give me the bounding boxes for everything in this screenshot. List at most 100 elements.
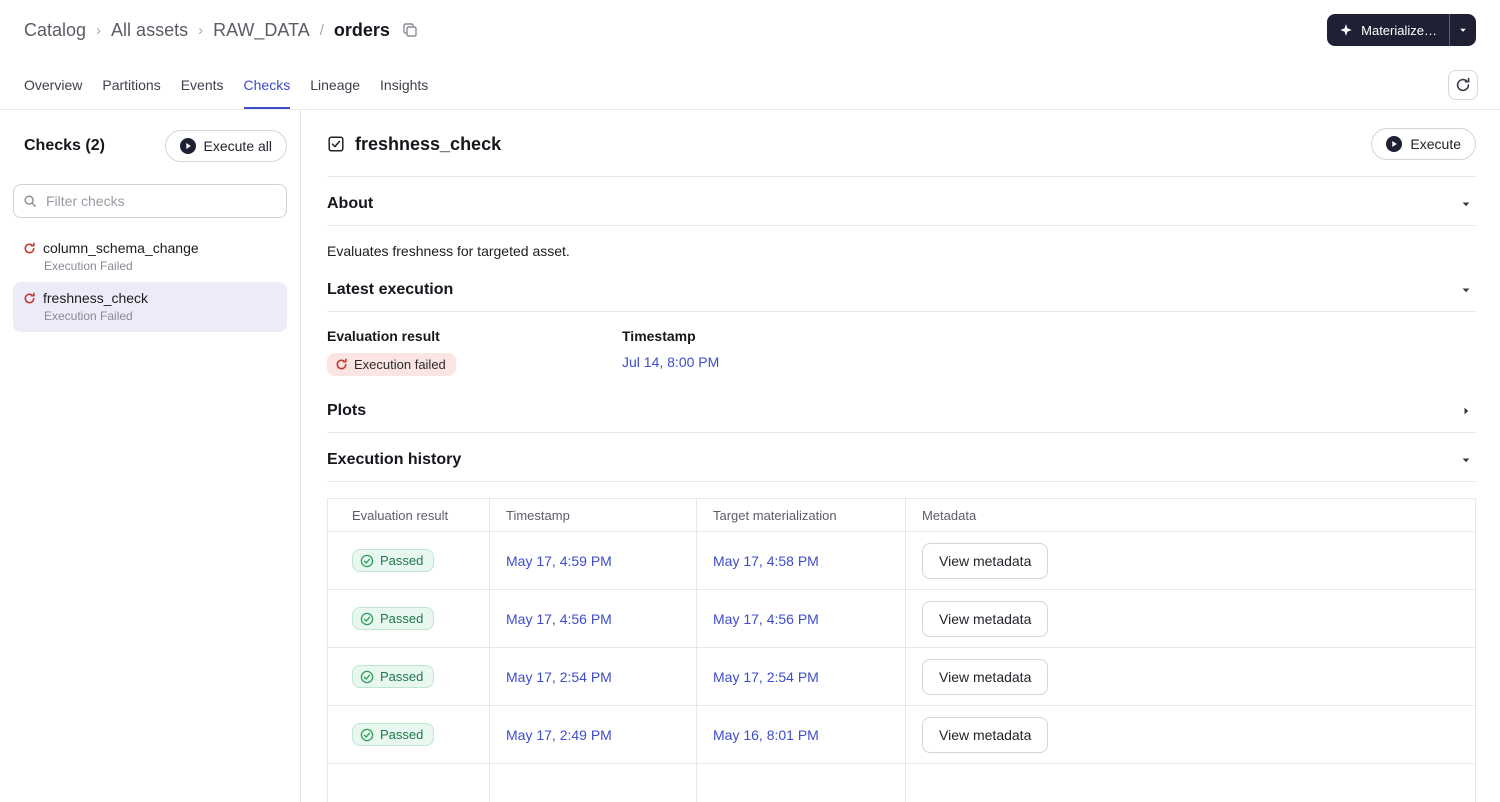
view-metadata-button[interactable]: View metadata — [922, 600, 1049, 637]
materialize-dropdown-button[interactable] — [1449, 14, 1476, 46]
breadcrumb-link[interactable]: All assets — [111, 20, 188, 41]
tab-label: Lineage — [310, 76, 361, 93]
breadcrumb: Catalog › All assets › RAW_DATA / orders — [24, 20, 418, 41]
breadcrumb-current: orders — [333, 19, 390, 40]
execute-all-label: Execute all — [203, 138, 272, 154]
column-header: Metadata — [922, 507, 977, 523]
column-header: Target materialization — [697, 499, 906, 531]
caret-down-icon — [1458, 25, 1468, 35]
tab-partitions[interactable]: Partitions — [102, 60, 160, 109]
cell-metadata: View metadata — [906, 590, 1475, 647]
filter-checks-input[interactable] — [13, 184, 287, 218]
cell-evaluation-result: Passed — [328, 706, 490, 763]
checklist-icon — [327, 135, 345, 153]
latest-timestamp-link[interactable]: Jul 14, 8:00 PM — [622, 354, 719, 370]
cell-target-materialization: May 17, 2:54 PM — [697, 648, 906, 705]
topbar: Catalog › All assets › RAW_DATA / orders… — [0, 0, 1500, 60]
sidebar-item-freshness_check[interactable]: freshness_check Execution Failed — [13, 282, 287, 332]
cell-target-materialization: May 17, 4:56 PM — [697, 590, 906, 647]
execution-failed-icon — [23, 242, 36, 255]
breadcrumb-item: Catalog › — [24, 20, 101, 41]
cell-timestamp: May 17, 4:59 PM — [490, 532, 697, 589]
view-metadata-button[interactable]: View metadata — [922, 716, 1049, 753]
tab-label: Checks — [243, 76, 291, 93]
materialize-button[interactable]: Materialize… — [1327, 14, 1449, 46]
execute-all-button[interactable]: Execute all — [164, 130, 287, 162]
tab-overview[interactable]: Overview — [24, 60, 82, 109]
execution-failed-icon — [335, 358, 348, 371]
breadcrumb-crumbs: Catalog › All assets › RAW_DATA / — [24, 20, 324, 41]
play-circle-icon — [1386, 136, 1403, 152]
breadcrumb-separator: › — [198, 21, 204, 39]
refresh-icon — [1455, 77, 1471, 93]
execution-failed-icon — [23, 292, 36, 305]
tab-insights[interactable]: Insights — [380, 60, 428, 109]
cell-timestamp: May 17, 4:56 PM — [490, 590, 697, 647]
sidebar-item-column_schema_change[interactable]: column_schema_change Execution Failed — [13, 232, 287, 282]
tab-lineage[interactable]: Lineage — [310, 60, 360, 109]
play-circle-icon — [179, 138, 196, 154]
chevron-down-icon — [1460, 454, 1472, 466]
cell-timestamp: May 17, 2:54 PM — [490, 648, 697, 705]
tab-checks[interactable]: Checks — [243, 60, 291, 109]
timestamp-label: Timestamp — [622, 328, 696, 344]
timestamp-link[interactable]: May 17, 2:54 PM — [506, 669, 612, 685]
target-materialization-link[interactable]: May 17, 4:58 PM — [713, 553, 819, 569]
breadcrumb-link[interactable]: Catalog — [24, 20, 86, 41]
section-execution-history-title: Execution history — [327, 451, 462, 468]
view-metadata-button[interactable]: View metadata — [922, 542, 1049, 579]
chevron-right-icon — [1460, 405, 1472, 417]
section-execution-history: Execution history Evaluation result Times… — [327, 433, 1476, 802]
tab-label: Insights — [380, 76, 429, 93]
cell-metadata: View metadata — [906, 706, 1475, 763]
tab-bar-wrap: Overview Partitions Events Checks Lineag… — [0, 60, 1500, 110]
check-status: Execution Failed — [44, 309, 133, 323]
copy-icon[interactable] — [402, 22, 418, 38]
section-latest-execution-title: Latest execution — [327, 281, 454, 298]
checks-count-title: Checks (2) — [24, 137, 105, 154]
table-row: Passed May 17, 2:49 PM May 16, 8:01 PM V… — [328, 706, 1475, 764]
section-latest-execution: Latest execution Evaluation result Execu… — [327, 263, 1476, 384]
status-badge-passed: Passed — [352, 607, 435, 630]
target-materialization-link[interactable]: May 17, 2:54 PM — [713, 669, 819, 685]
check-list: column_schema_change Execution Failed fr… — [13, 232, 287, 332]
timestamp-link[interactable]: May 17, 4:59 PM — [506, 553, 612, 569]
view-metadata-button[interactable]: View metadata — [922, 658, 1049, 695]
check-circle-icon — [360, 728, 374, 742]
section-plots-header[interactable]: Plots — [327, 384, 1476, 433]
cell-evaluation-result: Passed — [328, 590, 490, 647]
tab-label: Partitions — [102, 76, 161, 93]
status-badge-passed: Passed — [352, 549, 435, 572]
chevron-down-icon — [1460, 284, 1472, 296]
cell-target-materialization: May 17, 4:58 PM — [697, 532, 906, 589]
history-table-head: Evaluation result Timestamp Target materia… — [328, 499, 1475, 532]
breadcrumb-link[interactable]: RAW_DATA — [213, 20, 310, 41]
sparkle-icon — [1339, 23, 1353, 37]
section-execution-history-header[interactable]: Execution history — [327, 433, 1476, 482]
target-materialization-link[interactable]: May 16, 8:01 PM — [713, 727, 819, 743]
execution-history-table: Evaluation result Timestamp Target materia… — [327, 498, 1476, 802]
history-table-body: Passed May 17, 4:59 PM May 17, 4:58 PM V… — [328, 532, 1475, 764]
section-about-header[interactable]: About — [327, 177, 1476, 226]
section-latest-execution-header[interactable]: Latest execution — [327, 263, 1476, 312]
check-name: freshness_check — [43, 290, 149, 306]
table-row-partial — [328, 764, 1475, 802]
status-badge-label: Execution failed — [354, 357, 446, 372]
timestamp-link[interactable]: May 17, 4:56 PM — [506, 611, 612, 627]
refresh-button[interactable] — [1448, 69, 1478, 100]
breadcrumb-item: All assets › — [111, 20, 203, 41]
breadcrumb-separator: › — [96, 21, 102, 39]
target-materialization-link[interactable]: May 17, 4:56 PM — [713, 611, 819, 627]
column-header: Timestamp — [490, 499, 697, 531]
materialize-button-group: Materialize… — [1327, 14, 1476, 46]
cell-target-materialization: May 16, 8:01 PM — [697, 706, 906, 763]
execute-button[interactable]: Execute — [1371, 128, 1476, 160]
tab-label: Overview — [24, 76, 83, 93]
timestamp-link[interactable]: May 17, 2:49 PM — [506, 727, 612, 743]
tab-bar: Overview Partitions Events Checks Lineag… — [24, 60, 428, 109]
tab-events[interactable]: Events — [181, 60, 224, 109]
status-badge-label: Passed — [380, 553, 424, 568]
check-circle-icon — [360, 612, 374, 626]
check-title: freshness_check — [355, 133, 502, 154]
status-badge-label: Passed — [380, 727, 424, 742]
